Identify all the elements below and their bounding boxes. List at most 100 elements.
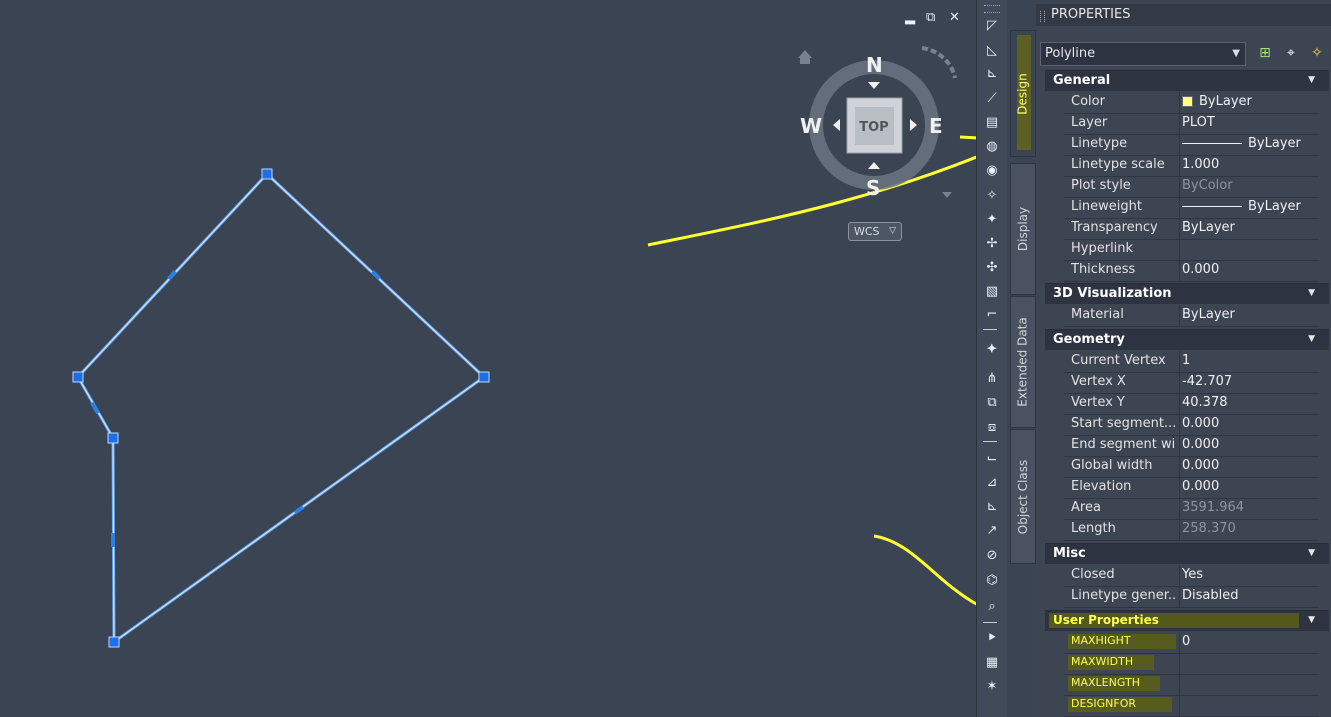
dim-icon[interactable]: ⊾ [981,63,1003,83]
toggle-pickadd-icon[interactable]: ⊞ [1256,44,1274,62]
prop-row[interactable]: Global width 0.000 [1064,456,1319,478]
prop-row[interactable]: MAXHIGHT 0 [1064,632,1319,654]
panel-title: PROPERTIES [1051,7,1131,22]
prop-key: Material [1071,307,1124,322]
minimize-icon[interactable]: ▂ [905,10,915,25]
tab-object-class[interactable]: Object Class [1010,429,1036,564]
tab-extended-data[interactable]: Extended Data [1010,296,1036,428]
prop-row[interactable]: Vertex Y 40.378 [1064,393,1319,415]
collapse-icon[interactable]: ▼ [1308,75,1315,85]
collapse-icon[interactable]: ▼ [1308,548,1315,558]
prop-row[interactable]: Hyperlink [1064,239,1319,261]
section-general[interactable]: General ▼ [1045,70,1329,91]
prop-row[interactable]: Material ByLayer [1064,305,1319,327]
stack-icon[interactable]: ⧉ [981,392,1003,412]
region-icon[interactable]: ▧ [981,281,1003,301]
collapse-icon[interactable]: ▼ [1308,288,1315,298]
prop-row[interactable]: Linetype gener... Disabled [1064,586,1319,608]
collapse-icon[interactable]: ▼ [1308,334,1315,344]
prop-row[interactable]: Linetype ByLayer [1064,134,1319,156]
section-3d-visualization[interactable]: 3D Visualization ▼ [1045,283,1329,304]
eraser-icon[interactable]: ⊘ [981,545,1003,565]
draw-icon[interactable]: ↗ [981,520,1003,540]
prop-row[interactable]: MAXWIDTH [1064,653,1319,675]
prop-row[interactable]: Layer PLOT [1064,113,1319,135]
prop-key: Vertex X [1071,374,1126,389]
prop-row[interactable]: Elevation 0.000 [1064,477,1319,499]
section-geometry[interactable]: Geometry ▼ [1045,329,1329,350]
chevron-down-icon: ▽ [889,226,896,236]
midpoint-grips[interactable] [90,269,381,547]
prop-value: ByColor [1182,178,1233,193]
grid2-icon[interactable]: ⊿ [981,472,1003,492]
compass-east: E [929,114,943,138]
match-properties-icon[interactable]: ◸ [981,15,1003,35]
tool-icon[interactable]: ⌐ [981,304,1003,324]
panel-title-bar[interactable]: PROPERTIES [1036,4,1331,26]
select-icon[interactable]: ⯈ [981,628,1003,648]
tab-display[interactable]: Display [1010,163,1036,295]
move-icon[interactable]: ⯌ [981,338,1003,358]
split-icon[interactable]: ⋔ [981,368,1003,388]
arrow-icon[interactable]: ⟋ [981,88,1003,108]
print-icon[interactable]: ▦ [981,652,1003,672]
prop-value: 0.000 [1182,262,1220,277]
selected-polyline[interactable] [76,171,487,645]
wand-icon[interactable]: ✶ [981,676,1003,696]
prop-value: 0.000 [1182,437,1220,452]
prop-row[interactable]: Length 258.370 [1064,519,1319,541]
prop-row[interactable]: Linetype scale 1.000 [1064,155,1319,177]
prop-row[interactable]: Color ByLayer [1064,92,1319,114]
viewcube[interactable]: TOP N S W E [798,46,957,200]
section-user-properties[interactable]: User Properties ▼ [1045,610,1329,631]
prop-row[interactable]: MAXLENGTH [1064,674,1319,696]
prop-row[interactable]: Vertex X -42.707 [1064,372,1319,394]
prop-row[interactable]: Plot style ByColor [1064,176,1319,198]
prop-key: Area [1071,500,1101,515]
paint-icon[interactable]: ⌬ [981,570,1003,590]
prop-row[interactable]: Lineweight ByLayer [1064,197,1319,219]
snap-a-icon[interactable]: ✦ [981,209,1003,229]
prop-value: 40.378 [1182,395,1228,410]
prop-row[interactable]: Area 3591.964 [1064,498,1319,520]
prop-row[interactable]: DESIGNFOR [1064,695,1319,717]
quick-select-icon[interactable]: ✧ [1308,44,1326,62]
collapse-icon[interactable]: ▼ [1308,615,1315,625]
snap-select-icon[interactable]: ✢ [981,233,1003,253]
prop-row[interactable]: Start segment... 0.000 [1064,414,1319,436]
measure-icon[interactable]: ◺ [981,40,1003,60]
query-icon[interactable]: ⌕ [981,596,1003,616]
prop-value: 1 [1182,353,1191,368]
prop-row[interactable]: Current Vertex 1 [1064,351,1319,373]
snap-icon[interactable]: ✧ [981,185,1003,205]
section-title: Misc [1053,546,1086,561]
tab-design[interactable]: Design [1010,30,1036,157]
stack2-icon[interactable]: ⧈ [981,417,1003,437]
prop-row[interactable]: End segment wi... 0.000 [1064,435,1319,457]
prop-row[interactable]: Thickness 0.000 [1064,260,1319,282]
vertex-grips[interactable] [72,168,490,648]
prop-value: 1.000 [1182,157,1220,172]
select-objects-icon[interactable]: ⌖ [1282,44,1300,62]
section-misc[interactable]: Misc ▼ [1045,543,1329,564]
drawing-viewport[interactable]: TOP N S W E ▂ ⧉ ✕ WCS ▽ [0,0,976,717]
globe-icon[interactable]: ◍ [981,136,1003,156]
prop-value: PLOT [1182,115,1215,130]
prop-row[interactable]: Closed Yes [1064,565,1319,587]
snap-zoom-icon[interactable]: ✣ [981,257,1003,277]
grid-icon[interactable]: ⌙ [981,448,1003,468]
close-icon[interactable]: ✕ [949,10,960,25]
toolbar-grip[interactable] [984,5,1000,13]
prop-key: Lineweight [1071,199,1142,214]
grid3-icon[interactable]: ⊾ [981,496,1003,516]
object-type-select[interactable]: Polyline ▼ [1040,42,1246,66]
prop-row[interactable]: Transparency ByLayer [1064,218,1319,240]
restore-icon[interactable]: ⧉ [926,10,935,25]
drawing-canvas[interactable]: TOP N S W E [0,0,976,717]
drag-grip-icon[interactable] [1040,11,1045,22]
layout-icon[interactable]: ▤ [981,112,1003,132]
prop-value: -42.707 [1182,374,1233,389]
wcs-menu[interactable]: WCS ▽ [848,222,902,241]
prop-value: ByLayer [1182,220,1235,235]
globe2-icon[interactable]: ◉ [981,160,1003,180]
